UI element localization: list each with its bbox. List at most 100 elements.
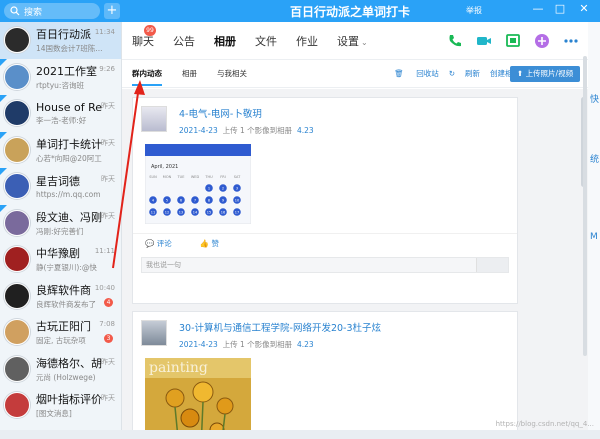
minimize-button[interactable]: — (530, 2, 546, 15)
calendar-day: 10 (235, 198, 239, 202)
pinned-marker (0, 168, 7, 175)
unread-badge: 4 (104, 297, 113, 307)
chat-name: 单词打卡统计 (36, 137, 102, 151)
chat-preview: https://m.qq.com (36, 190, 101, 200)
tab-announcement[interactable]: 公告 (173, 33, 195, 49)
album-subnav: 群内动态 相册 与我相关 🗑 回收站 ↻ 刷新 创建相册 ⬆ 上传照片/视频 (122, 60, 588, 88)
avatar (4, 392, 30, 419)
tab-files[interactable]: 文件 (255, 33, 277, 49)
avatar (4, 173, 30, 200)
chat-item[interactable]: 百日行动派 14国数会计7班陈... 11:34 (0, 22, 121, 59)
calendar-day: 15 (207, 210, 211, 214)
chat-name: 海德格尔、胡 (36, 356, 102, 370)
chat-preview: 静(宁夏银川):@快 (36, 263, 97, 273)
calendar-weekday: SUN (149, 175, 157, 179)
chat-preview: 心若*向阳@20阿工 (36, 153, 102, 163)
comment-input[interactable]: 我也说一句 (141, 257, 509, 273)
calendar-month: April, 2021 (151, 164, 178, 170)
tab-chat[interactable]: 聊天 99 (132, 24, 156, 49)
chat-item[interactable]: 中华豫剧 静(宁夏银川):@快 11:11 (0, 241, 121, 278)
album-actions: 🗑 回收站 ↻ 刷新 创建相册 (384, 68, 520, 79)
refresh-link[interactable]: ↻ 刷新 (449, 68, 480, 79)
album-link[interactable]: 4.23 (297, 340, 314, 349)
chat-item[interactable]: 良辉软件商 良辉软件商发布了 10:40 4 (0, 278, 121, 315)
chat-item[interactable]: House of Re 李一浩-老师:好 昨天 (0, 95, 121, 132)
feed-post: 4-电气-电网-卜敬玥 2021-4-23 上传 1 个影像到相册 4.23 A… (132, 97, 518, 304)
video-call-icon[interactable] (475, 32, 493, 50)
share-screen-icon[interactable] (504, 32, 522, 50)
calendar-day: 7 (194, 198, 196, 202)
chat-item[interactable]: 烟叶指标评价 [图文消息] 昨天 (0, 387, 121, 424)
chat-item[interactable]: 古玩正阳门 固定, 古玩杂项 7:08 3 (0, 314, 121, 351)
calendar-weekday: WED (191, 175, 200, 179)
avatar (4, 100, 30, 127)
chat-preview: 元尚 (Holzwege) (36, 372, 96, 382)
chat-item[interactable]: 海德格尔、胡 元尚 (Holzwege) 昨天 (0, 351, 121, 388)
search-icon (10, 6, 20, 16)
feed-post: 30-计算机与通信工程学院-网络开发20-3杜子炫 2021-4-23 上传 1… (132, 311, 518, 439)
calendar-weekday: FRI (220, 175, 225, 179)
pinned-marker (0, 204, 7, 212)
report-button[interactable]: 举报 (466, 5, 482, 16)
send-comment-button[interactable] (476, 258, 508, 272)
post-image-painting[interactable]: painting (145, 358, 251, 439)
chat-time: 9:26 (99, 64, 115, 73)
upload-photo-button[interactable]: ⬆ 上传照片/视频 (510, 66, 580, 82)
app-plus-icon[interactable] (533, 32, 551, 50)
close-button[interactable]: ✕ (576, 2, 592, 15)
chat-name: 段文迪、冯刚 (36, 210, 102, 224)
chat-item[interactable]: 2021工作室 rtptyu:咨询班 9:26 (0, 58, 121, 96)
post-avatar[interactable] (141, 320, 167, 346)
post-author[interactable]: 4-电气-电网-卜敬玥 (179, 106, 314, 120)
post-image-calendar[interactable]: April, 2021 SUN MON TUE WED THU FRI SAT 1 2 34 5 6… (144, 143, 252, 225)
chat-name: 2021工作室 (36, 64, 97, 78)
avatar (4, 63, 30, 90)
album-link[interactable]: 4.23 (297, 126, 314, 135)
chat-time: 昨天 (101, 138, 115, 147)
calendar-day: 17 (235, 210, 239, 214)
title-bar: 搜索 + 百日行动派之单词打卡 举报 — □ ✕ (0, 0, 600, 22)
feed-area: 4-电气-电网-卜敬玥 2021-4-23 上传 1 个影像到相册 4.23 A… (122, 89, 588, 439)
right-panel-text: 快 (590, 95, 600, 105)
calendar-weekday: SAT (234, 175, 241, 179)
unread-badge: 99 (144, 24, 156, 36)
search-box[interactable]: 搜索 (4, 3, 100, 19)
tab-homework[interactable]: 作业 (296, 33, 318, 49)
subtab-related-to-me[interactable]: 与我相关 (217, 60, 247, 88)
calendar-day: 5 (166, 198, 168, 202)
phone-icon[interactable] (446, 32, 464, 50)
chat-item[interactable]: 段文迪、冯刚 冯刚:好完善们 昨天 (0, 204, 121, 242)
chat-item[interactable]: 单词打卡统计心若*向阳@20阿工 昨天 (0, 131, 121, 169)
chat-time: 昨天 (101, 394, 115, 402)
chat-time: 10:40 (94, 283, 115, 292)
chat-time: 昨天 (101, 175, 115, 183)
recycle-bin-link[interactable]: 🗑 回收站 (394, 68, 438, 79)
maximize-button[interactable]: □ (552, 2, 568, 15)
like-button[interactable]: 👍 赞 (200, 238, 233, 249)
subtab-group-feed[interactable]: 群内动态 (132, 60, 162, 88)
right-panel-text: 统 (590, 155, 600, 165)
chat-name: 星吉词德 (36, 175, 80, 189)
chat-item[interactable]: 星吉词德 https://m.qq.com 昨天 (0, 168, 121, 205)
more-icon[interactable] (562, 32, 580, 50)
subtab-albums[interactable]: 相册 (182, 60, 197, 88)
add-button[interactable]: + (104, 3, 120, 19)
chat-name: 古玩正阳门 (36, 320, 91, 334)
tab-album[interactable]: 相册 (214, 33, 236, 49)
group-tabs: 聊天 99 公告 相册 文件 作业 设置 ⌄ (122, 22, 588, 60)
post-avatar[interactable] (141, 106, 167, 132)
post-author[interactable]: 30-计算机与通信工程学院-网络开发20-3杜子炫 (179, 320, 381, 334)
chevron-down-icon: ⌄ (361, 37, 368, 47)
tab-settings[interactable]: 设置 ⌄ (337, 33, 368, 49)
comment-button[interactable]: 💬 评论 (145, 238, 186, 249)
chat-preview: 李一浩-老师:好 (36, 115, 87, 125)
post-meta: 2021-4-23 上传 1 个影像到相册 4.23 (179, 126, 314, 135)
chat-name: 烟叶指标评价 (36, 393, 102, 407)
painting-caption: painting (149, 360, 208, 376)
bottom-strip (0, 430, 600, 439)
toolbar-icons (435, 32, 580, 50)
window-title: 百日行动派之单词打卡 (289, 5, 410, 19)
main-scrollbar[interactable] (583, 56, 587, 356)
avatar (4, 319, 30, 346)
chat-time: 11:34 (94, 28, 115, 36)
